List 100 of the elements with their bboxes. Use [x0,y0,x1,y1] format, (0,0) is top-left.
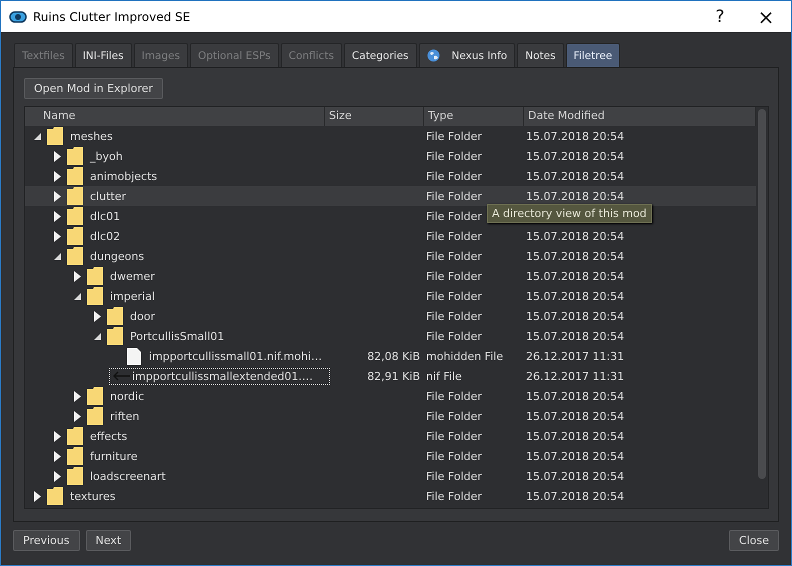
tab[interactable]: Categories [344,43,417,67]
file-type: File Folder [426,210,482,222]
file-name[interactable]: riften [107,408,142,424]
date-modified: 15.07.2018 20:54 [526,390,624,402]
expanded-arrow-icon[interactable] [93,332,102,340]
file-type: File Folder [426,450,482,462]
close-dialog-button[interactable]: Close [729,530,779,550]
tab[interactable]: Notes [517,43,564,67]
collapsed-arrow-icon[interactable] [53,230,62,242]
date-modified: 15.07.2018 20:54 [526,490,624,502]
collapsed-arrow-icon[interactable] [73,410,82,422]
folder-icon [67,207,83,225]
collapsed-arrow-icon[interactable] [33,490,42,502]
file-type: File Folder [426,270,482,282]
date-modified: 26.12.2017 11:31 [526,350,624,362]
expanded-arrow-icon[interactable] [73,292,82,300]
collapsed-arrow-icon[interactable] [53,190,62,202]
collapsed-arrow-icon[interactable] [73,270,82,282]
file-type: File Folder [426,330,482,342]
date-modified: 15.07.2018 20:54 [526,130,624,142]
date-modified: 15.07.2018 20:54 [526,450,624,462]
folder-icon [67,247,83,265]
file-name[interactable]: meshes [67,128,116,144]
date-modified: 15.07.2018 20:54 [526,470,624,482]
close-button[interactable]: × [743,1,789,32]
column-header[interactable]: Name [25,107,325,126]
folder-icon [67,467,83,485]
file-name[interactable]: nordic [107,388,148,404]
folder-icon [67,427,83,445]
file-type: File Folder [426,130,482,142]
file-name[interactable]: loadscreenart [87,468,169,484]
file-name[interactable]: impportcullissmallextended01.… [109,368,330,384]
open-in-explorer-button[interactable]: Open Mod in Explorer [24,78,163,99]
file-name[interactable]: textures [67,488,118,504]
date-modified: 15.07.2018 20:54 [526,430,624,442]
folder-icon [67,227,83,245]
date-modified: 15.07.2018 20:54 [526,410,624,422]
collapsed-arrow-icon[interactable] [93,310,102,322]
nav-button[interactable]: Next [86,530,132,550]
date-modified: 15.07.2018 20:54 [526,310,624,322]
tree-row-highlight[interactable]: clutter File Folder 15.07.2018 20:54 [25,186,756,206]
date-modified: 15.07.2018 20:54 [526,290,624,302]
file-name[interactable]: dlc02 [87,228,124,244]
folder-icon [87,407,103,425]
folder-icon [107,307,123,325]
date-modified: 15.07.2018 20:54 [526,150,624,162]
file-name[interactable]: dungeons [87,248,148,264]
file-type: File Folder [426,410,482,422]
file-name[interactable]: effects [87,428,130,444]
date-modified: 15.07.2018 20:54 [526,170,624,182]
file-name[interactable]: impportcullissmall01.nif.mohi… [146,348,325,364]
expanded-arrow-icon[interactable] [53,252,62,260]
app-icon [9,10,27,22]
column-header[interactable]: Size [325,107,424,126]
file-size: 82,91 KiB [367,370,420,382]
collapsed-arrow-icon[interactable] [73,390,82,402]
file-type: File Folder [426,190,482,202]
file-name[interactable]: door [127,308,158,324]
date-modified: 26.12.2017 11:31 [526,370,624,382]
file-type: nif File [426,370,462,382]
tab[interactable]: Filetree [566,43,620,67]
collapsed-arrow-icon[interactable] [53,170,62,182]
file-name[interactable]: clutter [87,188,129,204]
file-name[interactable]: imperial [107,288,158,304]
tab[interactable]: Nexus Info [418,43,516,67]
folder-icon [107,327,123,345]
file-type: File Folder [426,490,482,502]
expanded-arrow-icon[interactable] [33,132,42,140]
file-type: mohidden File [426,350,504,362]
file-name[interactable]: animobjects [87,168,160,184]
file-type: File Folder [426,310,482,322]
collapsed-arrow-icon[interactable] [53,450,62,462]
file-type: File Folder [426,470,482,482]
date-modified: 15.07.2018 20:54 [526,270,624,282]
file-icon [126,348,141,364]
file-type: File Folder [426,150,482,162]
folder-icon [87,387,103,405]
file-type: File Folder [426,250,482,262]
file-name[interactable]: dwemer [107,268,158,284]
collapsed-arrow-icon[interactable] [53,470,62,482]
date-modified: 15.07.2018 20:54 [526,230,624,242]
collapsed-arrow-icon[interactable] [53,150,62,162]
file-name[interactable]: _byoh [87,148,126,164]
file-type: File Folder [426,390,482,402]
folder-icon [47,127,63,145]
window-title: Ruins Clutter Improved SE [33,10,190,24]
file-name[interactable]: furniture [87,448,141,464]
file-name[interactable]: dlc01 [87,208,124,224]
folder-icon [67,167,83,185]
file-name[interactable]: PortcullisSmall01 [127,328,228,344]
nav-button[interactable]: Previous [13,530,80,550]
tab[interactable]: INI-Files [74,43,132,67]
date-modified: 15.07.2018 20:54 [526,190,624,202]
column-header[interactable]: Type [424,107,524,126]
collapsed-arrow-icon[interactable] [53,210,62,222]
folder-icon [67,147,83,165]
globe-icon [426,49,440,62]
help-button[interactable]: ? [697,1,743,32]
date-modified: 15.07.2018 20:54 [526,330,624,342]
collapsed-arrow-icon[interactable] [53,430,62,442]
